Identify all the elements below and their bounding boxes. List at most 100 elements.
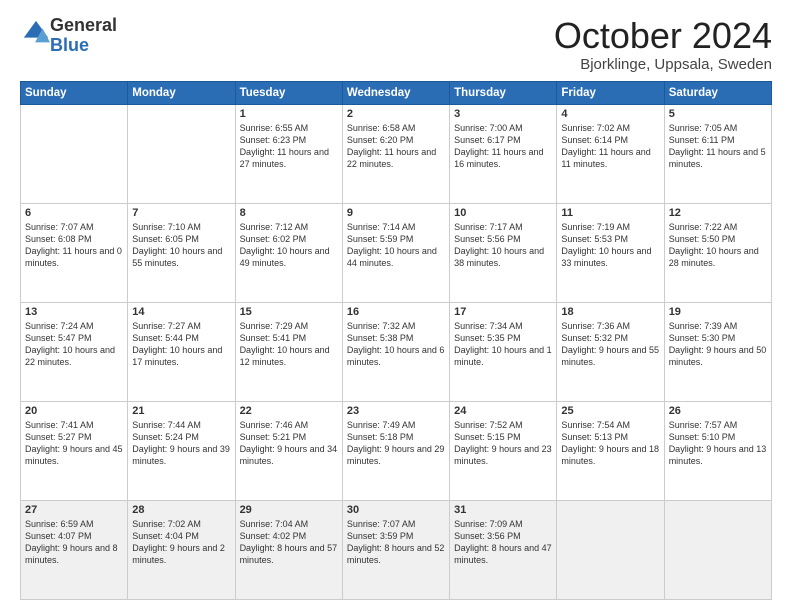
day-number: 17 <box>454 306 552 318</box>
weekday-header-saturday: Saturday <box>664 81 771 104</box>
day-number: 28 <box>132 504 230 516</box>
location: Bjorklinge, Uppsala, Sweden <box>554 56 772 73</box>
day-number: 21 <box>132 405 230 417</box>
day-info: Sunrise: 7:14 AM Sunset: 5:59 PM Dayligh… <box>347 221 445 270</box>
calendar-cell: 17 Sunrise: 7:34 AM Sunset: 5:35 PM Dayli… <box>450 302 557 401</box>
day-info: Sunrise: 7:10 AM Sunset: 6:05 PM Dayligh… <box>132 221 230 270</box>
month-title: October 2024 <box>554 16 772 56</box>
calendar-cell: 19 Sunrise: 7:39 AM Sunset: 5:30 PM Dayli… <box>664 302 771 401</box>
day-number: 11 <box>561 207 659 219</box>
calendar-cell: 9 Sunrise: 7:14 AM Sunset: 5:59 PM Daylig… <box>342 203 449 302</box>
calendar-cell <box>664 500 771 599</box>
day-info: Sunrise: 7:12 AM Sunset: 6:02 PM Dayligh… <box>240 221 338 270</box>
day-number: 2 <box>347 108 445 120</box>
day-info: Sunrise: 6:55 AM Sunset: 6:23 PM Dayligh… <box>240 122 338 171</box>
calendar-cell: 12 Sunrise: 7:22 AM Sunset: 5:50 PM Dayli… <box>664 203 771 302</box>
weekday-header-row: SundayMondayTuesdayWednesdayThursdayFrid… <box>21 81 772 104</box>
day-number: 5 <box>669 108 767 120</box>
day-info: Sunrise: 7:17 AM Sunset: 5:56 PM Dayligh… <box>454 221 552 270</box>
day-info: Sunrise: 7:34 AM Sunset: 5:35 PM Dayligh… <box>454 320 552 369</box>
day-number: 9 <box>347 207 445 219</box>
calendar-cell: 25 Sunrise: 7:54 AM Sunset: 5:13 PM Dayli… <box>557 401 664 500</box>
logo-blue-text: Blue <box>50 35 89 55</box>
calendar-cell: 24 Sunrise: 7:52 AM Sunset: 5:15 PM Dayli… <box>450 401 557 500</box>
day-number: 13 <box>25 306 123 318</box>
calendar-body: 1 Sunrise: 6:55 AM Sunset: 6:23 PM Daylig… <box>21 104 772 599</box>
calendar-cell: 14 Sunrise: 7:27 AM Sunset: 5:44 PM Dayli… <box>128 302 235 401</box>
day-number: 18 <box>561 306 659 318</box>
calendar-cell: 10Sunrise: 7:17 AM Sunset: 5:56 PM Dayli… <box>450 203 557 302</box>
day-number: 25 <box>561 405 659 417</box>
day-info: Sunrise: 7:27 AM Sunset: 5:44 PM Dayligh… <box>132 320 230 369</box>
calendar-cell: 8 Sunrise: 7:12 AM Sunset: 6:02 PM Daylig… <box>235 203 342 302</box>
day-number: 7 <box>132 207 230 219</box>
calendar-week-3: 13 Sunrise: 7:24 AM Sunset: 5:47 PM Dayli… <box>21 302 772 401</box>
day-number: 3 <box>454 108 552 120</box>
day-number: 19 <box>669 306 767 318</box>
day-info: Sunrise: 7:22 AM Sunset: 5:50 PM Dayligh… <box>669 221 767 270</box>
header: General Blue October 2024 Bjorklinge, Up… <box>20 16 772 73</box>
day-number: 24 <box>454 405 552 417</box>
calendar-cell: 4 Sunrise: 7:02 AM Sunset: 6:14 PM Daylig… <box>557 104 664 203</box>
day-info: Sunrise: 6:59 AM Sunset: 4:07 PM Dayligh… <box>25 518 123 567</box>
day-info: Sunrise: 7:00 AM Sunset: 6:17 PM Dayligh… <box>454 122 552 171</box>
day-number: 26 <box>669 405 767 417</box>
day-info: Sunrise: 7:44 AM Sunset: 5:24 PM Dayligh… <box>132 419 230 468</box>
day-number: 12 <box>669 207 767 219</box>
day-info: Sunrise: 7:04 AM Sunset: 4:02 PM Dayligh… <box>240 518 338 567</box>
day-info: Sunrise: 7:39 AM Sunset: 5:30 PM Dayligh… <box>669 320 767 369</box>
day-info: Sunrise: 6:58 AM Sunset: 6:20 PM Dayligh… <box>347 122 445 171</box>
calendar-cell: 15Sunrise: 7:29 AM Sunset: 5:41 PM Dayli… <box>235 302 342 401</box>
day-info: Sunrise: 7:49 AM Sunset: 5:18 PM Dayligh… <box>347 419 445 468</box>
calendar-cell: 3 Sunrise: 7:00 AM Sunset: 6:17 PM Daylig… <box>450 104 557 203</box>
calendar-table: SundayMondayTuesdayWednesdayThursdayFrid… <box>20 81 772 600</box>
calendar-cell: 28 Sunrise: 7:02 AM Sunset: 4:04 PM Dayli… <box>128 500 235 599</box>
calendar-cell: 20 Sunrise: 7:41 AM Sunset: 5:27 PM Dayli… <box>21 401 128 500</box>
day-number: 14 <box>132 306 230 318</box>
calendar-cell: 22Sunrise: 7:46 AM Sunset: 5:21 PM Dayli… <box>235 401 342 500</box>
calendar-cell: 2 Sunrise: 6:58 AM Sunset: 6:20 PM Daylig… <box>342 104 449 203</box>
day-number: 8 <box>240 207 338 219</box>
day-info: Sunrise: 7:54 AM Sunset: 5:13 PM Dayligh… <box>561 419 659 468</box>
logo-icon <box>22 19 50 47</box>
day-number: 22 <box>240 405 338 417</box>
day-number: 4 <box>561 108 659 120</box>
calendar-cell: 16Sunrise: 7:32 AM Sunset: 5:38 PM Dayli… <box>342 302 449 401</box>
day-number: 23 <box>347 405 445 417</box>
weekday-header-tuesday: Tuesday <box>235 81 342 104</box>
day-info: Sunrise: 7:07 AM Sunset: 3:59 PM Dayligh… <box>347 518 445 567</box>
day-number: 15 <box>240 306 338 318</box>
logo-general-text: General <box>50 15 117 35</box>
day-info: Sunrise: 7:19 AM Sunset: 5:53 PM Dayligh… <box>561 221 659 270</box>
calendar-cell: 23 Sunrise: 7:49 AM Sunset: 5:18 PM Dayli… <box>342 401 449 500</box>
day-number: 16 <box>347 306 445 318</box>
calendar-cell: 26 Sunrise: 7:57 AM Sunset: 5:10 PM Dayli… <box>664 401 771 500</box>
calendar-cell: 27Sunrise: 6:59 AM Sunset: 4:07 PM Dayli… <box>21 500 128 599</box>
day-info: Sunrise: 7:52 AM Sunset: 5:15 PM Dayligh… <box>454 419 552 468</box>
day-number: 30 <box>347 504 445 516</box>
day-info: Sunrise: 7:41 AM Sunset: 5:27 PM Dayligh… <box>25 419 123 468</box>
logo: General Blue <box>20 16 117 56</box>
calendar-cell: 13 Sunrise: 7:24 AM Sunset: 5:47 PM Dayli… <box>21 302 128 401</box>
day-info: Sunrise: 7:09 AM Sunset: 3:56 PM Dayligh… <box>454 518 552 567</box>
calendar-cell: 6Sunrise: 7:07 AM Sunset: 6:08 PM Daylig… <box>21 203 128 302</box>
day-number: 29 <box>240 504 338 516</box>
weekday-header-wednesday: Wednesday <box>342 81 449 104</box>
calendar-cell <box>128 104 235 203</box>
calendar-cell <box>557 500 664 599</box>
day-info: Sunrise: 7:24 AM Sunset: 5:47 PM Dayligh… <box>25 320 123 369</box>
day-info: Sunrise: 7:02 AM Sunset: 4:04 PM Dayligh… <box>132 518 230 567</box>
weekday-header-friday: Friday <box>557 81 664 104</box>
calendar-cell: 1 Sunrise: 6:55 AM Sunset: 6:23 PM Daylig… <box>235 104 342 203</box>
day-info: Sunrise: 7:36 AM Sunset: 5:32 PM Dayligh… <box>561 320 659 369</box>
calendar-page: General Blue October 2024 Bjorklinge, Up… <box>0 0 792 612</box>
day-info: Sunrise: 7:05 AM Sunset: 6:11 PM Dayligh… <box>669 122 767 171</box>
weekday-header-sunday: Sunday <box>21 81 128 104</box>
day-number: 1 <box>240 108 338 120</box>
day-number: 20 <box>25 405 123 417</box>
calendar-cell: 31Sunrise: 7:09 AM Sunset: 3:56 PM Dayli… <box>450 500 557 599</box>
calendar-week-4: 20 Sunrise: 7:41 AM Sunset: 5:27 PM Dayli… <box>21 401 772 500</box>
calendar-cell: 11 Sunrise: 7:19 AM Sunset: 5:53 PM Dayli… <box>557 203 664 302</box>
day-info: Sunrise: 7:02 AM Sunset: 6:14 PM Dayligh… <box>561 122 659 171</box>
day-info: Sunrise: 7:57 AM Sunset: 5:10 PM Dayligh… <box>669 419 767 468</box>
